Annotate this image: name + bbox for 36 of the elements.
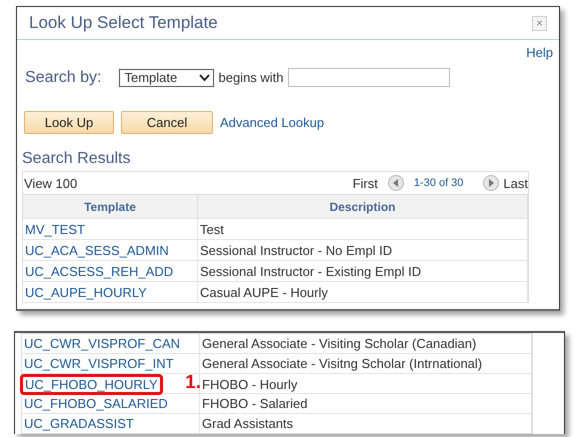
first-label: First — [352, 176, 378, 190]
callout-number: 1. — [185, 372, 201, 394]
advanced-lookup-link[interactable]: Advanced Lookup — [220, 115, 324, 130]
search-results-heading: Search Results — [21, 149, 132, 169]
template-link[interactable]: UC_ACA_SESS_ADMIN — [23, 240, 198, 260]
description-cell: Sessional Instructor - No Empl ID — [198, 240, 528, 260]
template-link[interactable]: UC_FHOBO_HOURLY — [20, 374, 163, 395]
page-range: 1-30 of 30 — [414, 177, 464, 189]
view-all-link[interactable]: View 100 — [24, 176, 78, 190]
template-link[interactable]: UC_GRADASSIST — [24, 416, 134, 431]
column-header[interactable]: Template — [23, 195, 198, 218]
template-link[interactable]: UC_CWR_VISPROF_CAN — [24, 336, 180, 351]
search-input-field[interactable] — [288, 68, 450, 87]
template-link[interactable]: MV_TEST — [23, 219, 198, 239]
description-cell: FHOBO - Hourly — [200, 374, 532, 395]
description-cell: Sessional Instructor - Existing Empl ID — [198, 261, 528, 281]
description-cell: General Associate - Visiting Scholar (Canadian) — [200, 334, 532, 353]
template-link[interactable]: UC_FHOBO_SALARIED — [24, 396, 168, 411]
chevron-down-icon — [199, 74, 210, 82]
last-label: Last — [503, 176, 528, 190]
description-cell: Grad Assistants — [200, 414, 532, 433]
window-title: Look Up Select Template — [29, 13, 218, 33]
description-cell: General Associate - Visitng Scholar (Intrnational) — [200, 354, 532, 373]
cancel-button[interactable]: Cancel — [121, 111, 213, 134]
template-link[interactable]: UC_AUPE_HOURLY — [23, 282, 198, 302]
search-field-dropdown[interactable]: Template — [119, 68, 214, 86]
look-up-button[interactable]: Look Up — [24, 111, 114, 134]
help-link[interactable]: Help — [526, 45, 553, 60]
operator-label: begins with — [218, 70, 284, 85]
description-cell: Test — [198, 219, 528, 239]
template-link[interactable]: UC_CWR_VISPROF_INT — [24, 356, 174, 371]
description-cell: FHOBO - Salaried — [200, 394, 532, 413]
description-cell: Casual AUPE - Hourly — [198, 282, 528, 302]
search-by-label: Search by: — [25, 68, 102, 86]
column-header[interactable]: Description — [198, 195, 528, 218]
template-link[interactable]: UC_ACSESS_REH_ADD — [23, 261, 198, 281]
